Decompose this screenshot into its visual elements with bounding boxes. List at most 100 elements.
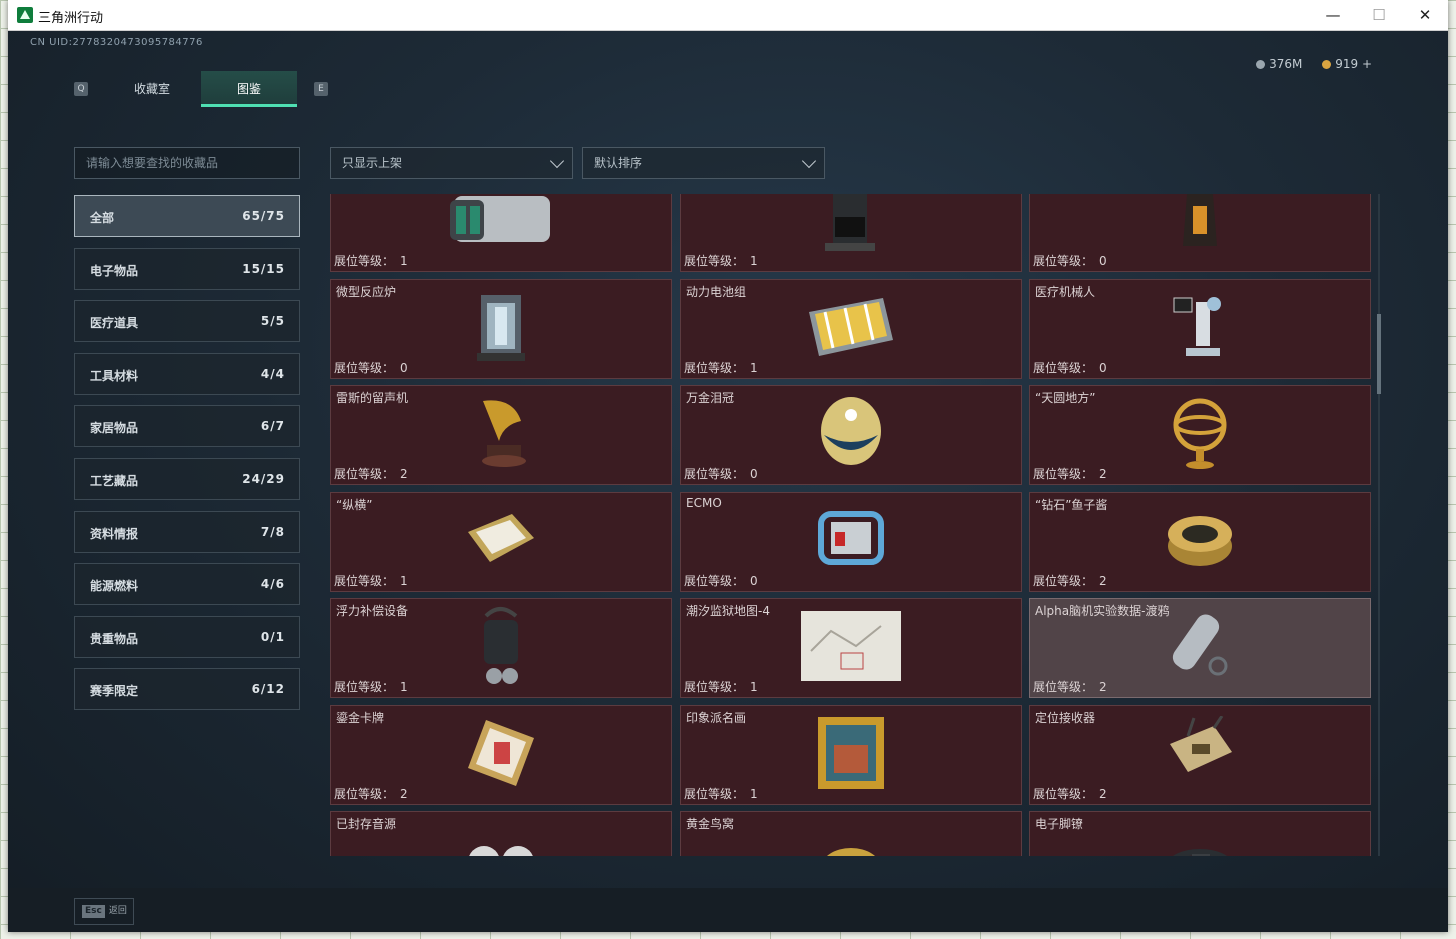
category-label: 电子物品: [90, 263, 139, 278]
collectible-card[interactable]: 印象派名画 展位等级： 1: [680, 704, 1022, 805]
booth-level: 展位等级： 2: [1033, 678, 1107, 695]
collectible-card[interactable]: 展位等级： 1: [680, 194, 1022, 272]
category-count: 24/29: [242, 472, 285, 486]
tab-collection-room[interactable]: 收藏室: [104, 71, 200, 107]
bottom-bar: Esc 返回: [8, 888, 1448, 932]
collectible-card[interactable]: 展位等级： 1: [330, 194, 672, 272]
shelf-filter-dropdown[interactable]: 只显示上架: [330, 147, 573, 179]
chessboard-icon: [464, 510, 538, 574]
search-input[interactable]: 请输入想要查找的收藏品: [74, 147, 300, 179]
category-item[interactable]: 能源燃料 4/6: [74, 563, 300, 606]
ankle-monitor-icon: [1164, 844, 1236, 856]
collectible-card[interactable]: 鎏金卡牌 展位等级： 2: [330, 704, 672, 805]
collectible-card[interactable]: “纵横” 展位等级： 1: [330, 491, 672, 592]
minimize-button[interactable]: —: [1310, 0, 1356, 31]
category-item[interactable]: 贵重物品 0/1: [74, 615, 300, 658]
scrollbar-thumb[interactable]: [1377, 314, 1381, 394]
maximize-button[interactable]: ☐: [1356, 0, 1402, 31]
collectible-card[interactable]: “天圆地方” 展位等级： 2: [1029, 385, 1371, 485]
category-count: 0/1: [260, 629, 285, 644]
prev-tab-key[interactable]: Q: [74, 82, 88, 96]
booth-level: 展位等级： 2: [1033, 465, 1107, 482]
booth-level: 展位等级： 0: [1033, 252, 1107, 269]
booth-level-label: 展位等级：: [684, 360, 745, 375]
currency-display: 376M 919 +: [1240, 57, 1372, 71]
collectible-card[interactable]: 电子脚镣: [1029, 811, 1371, 856]
back-label: 返回: [108, 906, 127, 916]
battery-pack-icon: [805, 294, 897, 364]
booth-level-label: 展位等级：: [684, 680, 745, 694]
armillary-sphere-icon: [1170, 395, 1230, 475]
title-bar: 三角洲行动 — ☐ ✕: [8, 0, 1448, 31]
category-count: 5/5: [260, 314, 285, 329]
category-item[interactable]: 工具材料 4/4: [74, 352, 300, 395]
collectible-card[interactable]: Alpha脑机实验数据-渡鸦 展位等级： 2: [1029, 598, 1371, 698]
booth-level-value: 1: [400, 254, 408, 268]
booth-level: 展位等级： 2: [334, 465, 408, 482]
collectible-card[interactable]: 雷斯的留声机 展位等级： 2: [330, 385, 672, 485]
collectible-grid: 展位等级： 1 展位等级： 1 展位等级： 0 微型反应炉 展位等级： 0 动力电池组 展位等级： 1…: [330, 194, 1380, 856]
shelf-filter-value: 只显示上架: [342, 156, 403, 170]
booth-level: 展位等级： 2: [1033, 572, 1107, 589]
booth-level: 展位等级： 2: [334, 785, 408, 802]
collectible-card[interactable]: “钻石”鱼子酱 展位等级： 2: [1029, 491, 1371, 592]
collectible-card[interactable]: 展位等级： 0: [1029, 194, 1371, 272]
collectible-card[interactable]: 定位接收器 展位等级： 2: [1029, 704, 1371, 805]
booth-level: 展位等级： 1: [334, 678, 408, 695]
booth-level-label: 展位等级：: [684, 786, 745, 801]
collectible-name: “天圆地方”: [1035, 391, 1096, 405]
category-label: 医疗道具: [90, 316, 139, 331]
collectible-name: 已封存音源: [336, 817, 397, 831]
booth-level-value: 2: [400, 786, 408, 801]
booth-level-label: 展位等级：: [334, 573, 395, 588]
gramophone-icon: [473, 395, 529, 475]
booth-level-value: 1: [750, 680, 758, 694]
back-button[interactable]: Esc 返回: [74, 898, 134, 925]
collectible-card[interactable]: 浮力补偿设备 展位等级： 1: [330, 598, 672, 698]
collectible-name: 微型反应炉: [336, 284, 397, 299]
collectible-card[interactable]: 黄金鸟窝: [680, 811, 1022, 856]
caviar-tin-icon: [1165, 512, 1235, 572]
category-item[interactable]: 家居物品 6/7: [74, 405, 300, 448]
category-item[interactable]: 资料情报 7/8: [74, 510, 300, 553]
sort-dropdown[interactable]: 默认排序: [582, 147, 825, 179]
booth-level-value: 2: [400, 467, 408, 481]
collectible-card[interactable]: 动力电池组 展位等级： 1: [680, 278, 1022, 379]
receiver-icon: [1164, 714, 1236, 794]
collectible-name: 雷斯的留声机: [336, 391, 409, 405]
booth-level-label: 展位等级：: [334, 680, 395, 694]
booth-level-label: 展位等级：: [1033, 467, 1094, 481]
category-item[interactable]: 工艺藏品 24/29: [74, 458, 300, 500]
booth-level-label: 展位等级：: [334, 360, 395, 375]
category-item[interactable]: 医疗道具 5/5: [74, 300, 300, 343]
booth-level-value: 0: [1099, 254, 1107, 268]
collectible-name: 电子脚镣: [1035, 817, 1084, 831]
close-button[interactable]: ✕: [1402, 0, 1448, 31]
collectible-card[interactable]: ECMO 展位等级： 0: [680, 491, 1022, 592]
category-item[interactable]: 全部 65/75: [74, 195, 300, 237]
category-item[interactable]: 赛季限定 6/12: [74, 668, 300, 711]
booth-level: 展位等级： 1: [684, 252, 758, 269]
map-icon: [801, 611, 901, 685]
tab-catalog[interactable]: 图鉴: [201, 71, 297, 107]
booth-level-label: 展位等级：: [1033, 786, 1094, 801]
next-tab-key[interactable]: E: [314, 82, 328, 96]
collectible-card[interactable]: 医疗机械人 展位等级： 0: [1029, 278, 1371, 379]
collectible-card[interactable]: 已封存音源: [330, 811, 672, 856]
collectible-card[interactable]: 万金泪冠 展位等级： 0: [680, 385, 1022, 485]
category-item[interactable]: 电子物品 15/15: [74, 247, 300, 290]
category-count: 15/15: [242, 261, 285, 276]
booth-level-value: 1: [400, 573, 408, 588]
medical-robot-icon: [1170, 292, 1230, 366]
app-logo-icon: [17, 7, 33, 23]
scrollbar-track[interactable]: [1378, 194, 1380, 856]
collectible-card[interactable]: 微型反应炉 展位等级： 0: [330, 278, 672, 379]
gilded-card-icon: [464, 716, 538, 794]
currency-b[interactable]: 919 +: [1322, 57, 1372, 71]
collectible-name: 潮汐监狱地图-4: [686, 604, 770, 618]
server-icon: [446, 194, 556, 256]
category-label: 家居物品: [90, 421, 139, 436]
collectible-card[interactable]: 潮汐监狱地图-4 展位等级： 1: [680, 598, 1022, 698]
sort-value: 默认排序: [594, 156, 643, 170]
category-count: 4/4: [260, 366, 285, 381]
